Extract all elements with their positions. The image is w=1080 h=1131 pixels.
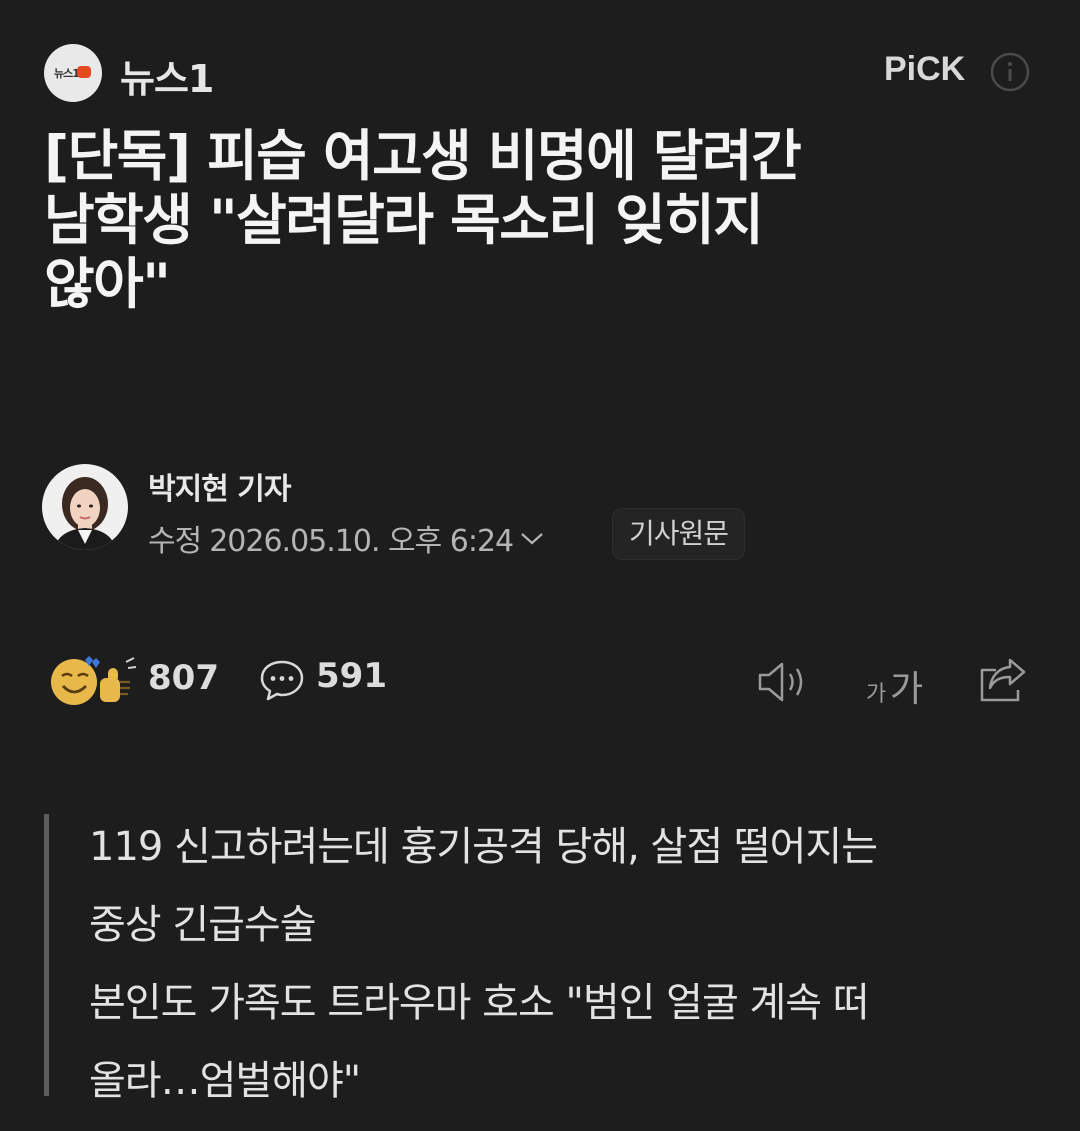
summary-line: 본인도 가족도 트라우마 호소 "범인 얼굴 계속 떠 (89, 980, 870, 1026)
byline: 박지현 기자 수정 2026.05.10. 오후 6:24 기사원문 (42, 462, 1042, 562)
article-title: [단독] 피습 여고생 비명에 달려간 남학생 "살려달라 목소리 잊히지 않아… (44, 124, 1044, 316)
comment-count: 591 (316, 656, 387, 696)
title-line: 남학생 "살려달라 목소리 잊히지 (44, 188, 764, 252)
info-icon[interactable] (990, 52, 1030, 92)
reporter-avatar[interactable] (42, 464, 128, 550)
reporter-name[interactable]: 박지현 기자 (148, 464, 291, 508)
share-icon[interactable] (976, 656, 1032, 706)
press-logo[interactable]: 뉴스1 (44, 44, 102, 102)
edited-label: 수정 (148, 524, 202, 559)
summary-line: 올라…엄벌해야" (89, 1058, 361, 1104)
press-logo-text: 뉴스1 (54, 67, 80, 80)
pick-badge: PiCK (884, 50, 966, 88)
chevron-down-icon (521, 533, 543, 545)
speaker-icon[interactable] (756, 658, 812, 706)
original-article-button[interactable]: 기사원문 (612, 508, 746, 560)
article-summary: 119 신고하려는데 흉기공격 당해, 살점 떨어지는 중상 긴급수술 본인도 … (44, 814, 1039, 1104)
font-size-large-glyph: 가 (890, 669, 924, 710)
edited-timestamp[interactable]: 수정 2026.05.10. 오후 6:24 (148, 516, 545, 560)
article-toolbar: 807 591 가 가 (44, 648, 1036, 712)
comment-icon[interactable] (258, 656, 306, 704)
press-logo-mark (77, 66, 91, 78)
summary-line: 119 신고하려는데 흉기공격 당해, 살점 떨어지는 (89, 824, 878, 870)
press-name[interactable]: 뉴스1 (120, 48, 214, 103)
press-header: 뉴스1 뉴스1 PiCK (44, 40, 1036, 104)
title-line: [단독] 피습 여고생 비명에 달려간 (44, 124, 802, 188)
edited-time: 2026.05.10. 오후 6:24 (209, 524, 514, 559)
title-line: 않아" (44, 252, 171, 316)
font-size-button[interactable]: 가 가 (866, 660, 936, 710)
reaction-count: 807 (148, 658, 219, 698)
summary-line: 중상 긴급수술 (89, 902, 317, 948)
reaction-icon[interactable] (48, 654, 140, 708)
font-size-small-glyph: 가 (866, 682, 887, 707)
